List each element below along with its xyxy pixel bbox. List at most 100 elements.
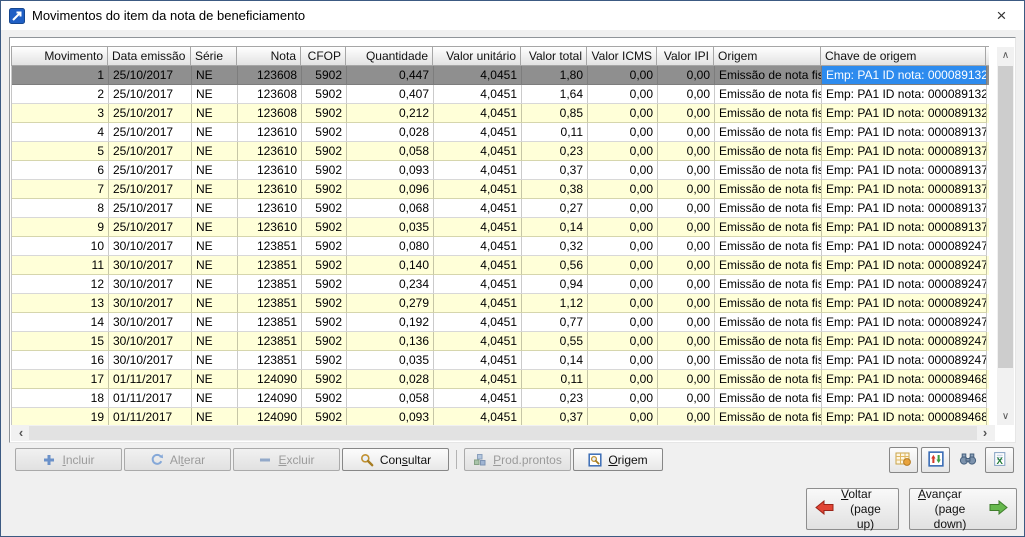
table-row[interactable]: 625/10/2017NE12361059020,0934,04510,370,… — [11, 161, 989, 180]
vertical-scrollbar[interactable]: ∧ ∨ — [997, 47, 1014, 425]
cell-nota[interactable]: 124090 — [238, 408, 302, 426]
cell-serie[interactable]: NE — [192, 123, 238, 142]
cell-origem[interactable]: Emissão de nota fiscal — [715, 408, 822, 426]
cell-valor_total[interactable]: 0,77 — [522, 313, 588, 332]
cell-quantidade[interactable]: 0,140 — [347, 256, 434, 275]
column-header-origem[interactable]: Origem — [714, 46, 821, 66]
cell-valor_icms[interactable]: 0,00 — [588, 161, 658, 180]
cell-nota[interactable]: 123610 — [238, 161, 302, 180]
cell-data_emissao[interactable]: 25/10/2017 — [109, 104, 192, 123]
cell-movimento[interactable]: 15 — [12, 332, 109, 351]
table-row[interactable]: 325/10/2017NE12360859020,2124,04510,850,… — [11, 104, 989, 123]
cell-nota[interactable]: 123851 — [238, 313, 302, 332]
cell-valor_total[interactable]: 0,11 — [522, 123, 588, 142]
binoculars-button[interactable] — [953, 447, 982, 473]
cell-valor_ipi[interactable]: 0,00 — [658, 218, 715, 237]
cell-movimento[interactable]: 12 — [12, 275, 109, 294]
cell-movimento[interactable]: 9 — [12, 218, 109, 237]
cell-origem[interactable]: Emissão de nota fiscal — [715, 142, 822, 161]
table-row[interactable]: 1130/10/2017NE12385159020,1404,04510,560… — [11, 256, 989, 275]
cell-data_emissao[interactable]: 01/11/2017 — [109, 370, 192, 389]
cell-data_emissao[interactable]: 25/10/2017 — [109, 199, 192, 218]
cell-valor_total[interactable]: 0,11 — [522, 370, 588, 389]
cell-movimento[interactable]: 16 — [12, 351, 109, 370]
cell-valor_icms[interactable]: 0,00 — [588, 275, 658, 294]
table-row[interactable]: 225/10/2017NE12360859020,4074,04511,640,… — [11, 85, 989, 104]
cell-movimento[interactable]: 8 — [12, 199, 109, 218]
cell-data_emissao[interactable]: 25/10/2017 — [109, 161, 192, 180]
vertical-scroll-thumb[interactable] — [998, 66, 1013, 368]
cell-nota[interactable]: 123851 — [238, 237, 302, 256]
cell-origem[interactable]: Emissão de nota fiscal — [715, 66, 822, 85]
cell-valor_total[interactable]: 0,14 — [522, 351, 588, 370]
cell-origem[interactable]: Emissão de nota fiscal — [715, 389, 822, 408]
cell-serie[interactable]: NE — [192, 218, 238, 237]
cell-valor_total[interactable]: 0,32 — [522, 237, 588, 256]
cell-nota[interactable]: 124090 — [238, 389, 302, 408]
cell-valor_total[interactable]: 0,23 — [522, 142, 588, 161]
cell-origem[interactable]: Emissão de nota fiscal — [715, 237, 822, 256]
cell-nota[interactable]: 123610 — [238, 199, 302, 218]
cell-valor_ipi[interactable]: 0,00 — [658, 104, 715, 123]
table-row[interactable]: 1530/10/2017NE12385159020,1364,04510,550… — [11, 332, 989, 351]
cell-valor_unitario[interactable]: 4,0451 — [434, 123, 522, 142]
cell-valor_total[interactable]: 0,55 — [522, 332, 588, 351]
cell-movimento[interactable]: 11 — [12, 256, 109, 275]
cell-valor_total[interactable]: 0,56 — [522, 256, 588, 275]
cell-origem[interactable]: Emissão de nota fiscal — [715, 85, 822, 104]
cell-cfop[interactable]: 5902 — [302, 218, 347, 237]
cell-nota[interactable]: 123851 — [238, 256, 302, 275]
cell-cfop[interactable]: 5902 — [302, 351, 347, 370]
cell-cfop[interactable]: 5902 — [302, 408, 347, 426]
cell-valor_ipi[interactable]: 0,00 — [658, 199, 715, 218]
cell-chave_origem[interactable]: Emp: PA1 ID nota: 000089247 — [822, 313, 987, 332]
column-header-chave_origem[interactable]: Chave de origem — [821, 46, 986, 66]
cell-movimento[interactable]: 7 — [12, 180, 109, 199]
cell-valor_unitario[interactable]: 4,0451 — [434, 199, 522, 218]
cell-origem[interactable]: Emissão de nota fiscal — [715, 180, 822, 199]
cell-valor_total[interactable]: 0,27 — [522, 199, 588, 218]
cell-serie[interactable]: NE — [192, 199, 238, 218]
scroll-down-button[interactable]: ∨ — [997, 408, 1014, 425]
sort-arrows-button[interactable] — [921, 447, 950, 473]
cell-quantidade[interactable]: 0,058 — [347, 389, 434, 408]
cell-serie[interactable]: NE — [192, 389, 238, 408]
cell-data_emissao[interactable]: 01/11/2017 — [109, 389, 192, 408]
cell-valor_unitario[interactable]: 4,0451 — [434, 408, 522, 426]
cell-valor_icms[interactable]: 0,00 — [588, 199, 658, 218]
cell-valor_total[interactable]: 1,80 — [522, 66, 588, 85]
cell-serie[interactable]: NE — [192, 237, 238, 256]
cell-serie[interactable]: NE — [192, 85, 238, 104]
cell-chave_origem[interactable]: Emp: PA1 ID nota: 000089468 — [822, 408, 987, 426]
cell-valor_icms[interactable]: 0,00 — [588, 408, 658, 426]
cell-origem[interactable]: Emissão de nota fiscal — [715, 161, 822, 180]
cell-valor_ipi[interactable]: 0,00 — [658, 66, 715, 85]
cell-valor_unitario[interactable]: 4,0451 — [434, 85, 522, 104]
scroll-right-button[interactable]: › — [977, 425, 993, 441]
table-row[interactable]: 1430/10/2017NE12385159020,1924,04510,770… — [11, 313, 989, 332]
cell-nota[interactable]: 123851 — [238, 275, 302, 294]
table-row[interactable]: 1230/10/2017NE12385159020,2344,04510,940… — [11, 275, 989, 294]
cell-data_emissao[interactable]: 25/10/2017 — [109, 85, 192, 104]
cell-cfop[interactable]: 5902 — [302, 332, 347, 351]
cell-quantidade[interactable]: 0,093 — [347, 161, 434, 180]
column-header-serie[interactable]: Série — [191, 46, 237, 66]
cell-serie[interactable]: NE — [192, 313, 238, 332]
cell-quantidade[interactable]: 0,447 — [347, 66, 434, 85]
cell-valor_icms[interactable]: 0,00 — [588, 370, 658, 389]
cell-cfop[interactable]: 5902 — [302, 104, 347, 123]
cell-data_emissao[interactable]: 25/10/2017 — [109, 66, 192, 85]
table-row[interactable]: 425/10/2017NE12361059020,0284,04510,110,… — [11, 123, 989, 142]
cell-serie[interactable]: NE — [192, 104, 238, 123]
cell-origem[interactable]: Emissão de nota fiscal — [715, 370, 822, 389]
grid-hand-button[interactable] — [889, 447, 918, 473]
cell-valor_ipi[interactable]: 0,00 — [658, 389, 715, 408]
cell-nota[interactable]: 123851 — [238, 294, 302, 313]
cell-valor_total[interactable]: 0,37 — [522, 408, 588, 426]
table-row[interactable]: 1701/11/2017NE12409059020,0284,04510,110… — [11, 370, 989, 389]
cell-origem[interactable]: Emissão de nota fiscal — [715, 256, 822, 275]
cell-quantidade[interactable]: 0,028 — [347, 123, 434, 142]
cell-valor_icms[interactable]: 0,00 — [588, 142, 658, 161]
close-button[interactable]: × — [979, 1, 1024, 30]
cell-valor_unitario[interactable]: 4,0451 — [434, 161, 522, 180]
